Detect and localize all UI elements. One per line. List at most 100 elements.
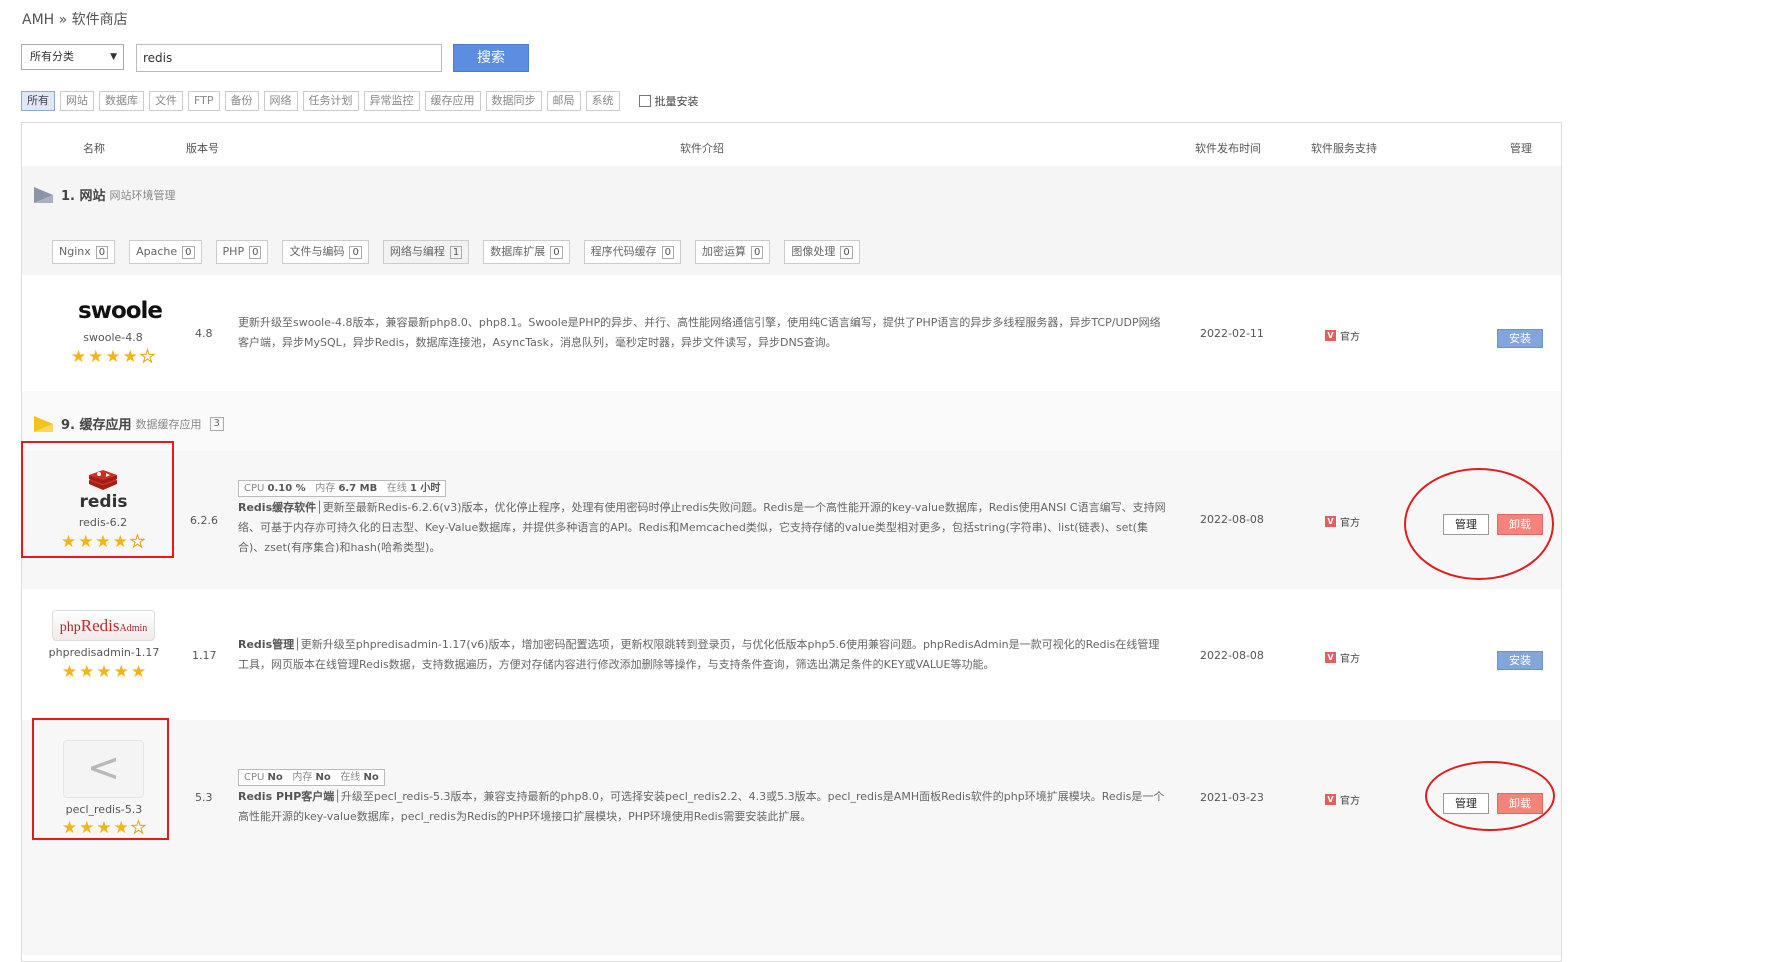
support-label: 官方 — [1340, 796, 1360, 807]
swoole-logo: swoole — [78, 298, 163, 324]
description-title: Redis缓存软件 — [238, 501, 317, 514]
package-version: 5.3 — [195, 791, 213, 804]
subtag-network-programming[interactable]: 网络与编程 1 — [382, 240, 470, 264]
annotation-box — [21, 441, 174, 558]
star-half-icon: ★ — [139, 347, 156, 367]
subtag-apache[interactable]: Apache 0 — [129, 240, 202, 264]
online-label: 在线 — [386, 483, 407, 494]
install-button[interactable]: 安装 — [1497, 329, 1543, 348]
description-body: │更新升级至phpredisadmin-1.17(v6)版本，增加密码配置选项，… — [238, 638, 1160, 671]
subtag-php[interactable]: PHP 0 — [215, 240, 269, 264]
subtag-count: 0 — [349, 245, 362, 259]
subtag-label: 数据库扩展 — [490, 245, 546, 258]
subtag-encryption[interactable]: 加密运算 0 — [694, 240, 771, 264]
header-release-date: 软件发布时间 — [1195, 142, 1261, 155]
verified-icon: V — [1325, 516, 1336, 527]
subtag-label: Apache — [136, 245, 178, 258]
subtag-db-extension[interactable]: 数据库扩展 0 — [483, 240, 570, 264]
category-select[interactable]: 所有分类 ▼ — [21, 44, 124, 70]
install-button[interactable]: 安装 — [1497, 651, 1543, 670]
support-info: V 官方 — [1325, 792, 1360, 807]
subtag-count: 0 — [840, 245, 853, 259]
header-version: 版本号 — [186, 142, 219, 155]
section-website-desc: 网站环境管理 — [109, 188, 176, 202]
search-input[interactable] — [136, 44, 442, 72]
subtag-count: 0 — [249, 245, 262, 259]
star-icon: ★ — [88, 347, 104, 367]
release-date: 2022-08-08 — [1200, 649, 1264, 662]
package-description: 更新升级至swoole-4.8版本，兼容最新php8.0、php8.1。Swoo… — [238, 316, 1161, 349]
star-icon: ★ — [122, 347, 138, 367]
filter-tag-backup[interactable]: 备份 — [224, 91, 259, 111]
filter-tag-website[interactable]: 网站 — [60, 91, 94, 111]
package-description: Redis PHP客户端│升级至pecl_redis-5.3版本，兼容支持最新的… — [238, 787, 1168, 827]
subtag-count: 0 — [182, 245, 195, 259]
header-support: 软件服务支持 — [1311, 142, 1377, 155]
rating-stars: ★ ★ ★ ★ ★ — [33, 347, 193, 367]
batch-install-toggle[interactable]: 批量安装 — [638, 93, 699, 109]
description-body: │更新至最新Redis-6.2.6(v3)版本，优化停止程序，处理有使用密码时停… — [238, 501, 1166, 554]
verified-icon: V — [1325, 794, 1336, 805]
annotation-ellipse — [1404, 468, 1554, 580]
support-info: V 官方 — [1325, 650, 1360, 665]
batch-install-checkbox[interactable] — [638, 95, 651, 107]
annotation-ellipse — [1425, 761, 1555, 831]
package-name: swoole-4.8 — [83, 331, 143, 344]
subtag-label: 加密运算 — [701, 245, 746, 258]
cpu-value: No — [267, 772, 283, 783]
website-subcategory-bar: Nginx 0 Apache 0 PHP 0 文件与编码 0 网络与编程 1 数据库扩展 0… — [52, 240, 874, 264]
filter-tag-system[interactable]: 系统 — [585, 91, 620, 111]
star-icon: ★ — [79, 662, 95, 682]
batch-install-label: 批量安装 — [654, 95, 699, 108]
category-select-value: 所有分类 — [30, 50, 74, 63]
online-value: No — [363, 772, 379, 783]
filter-tag-monitor[interactable]: 异常监控 — [363, 91, 420, 111]
subtag-file-encoding[interactable]: 文件与编码 0 — [282, 240, 369, 264]
runtime-stats: CPU 0.10 % 内存 6.7 MB 在线 1 小时 — [238, 480, 447, 500]
filter-tag-network[interactable]: 网络 — [263, 91, 298, 111]
section-website-title-row[interactable]: 1. 网站 网站环境管理 — [34, 185, 176, 204]
subtag-code-cache[interactable]: 程序代码缓存 0 — [583, 240, 681, 264]
package-description: Redis缓存软件│更新至最新Redis-6.2.6(v3)版本，优化停止程序，… — [238, 498, 1168, 558]
subtag-label: Nginx — [59, 245, 91, 258]
verified-icon: V — [1325, 330, 1336, 341]
header-intro: 软件介绍 — [680, 142, 724, 155]
filter-tag-sync[interactable]: 数据同步 — [485, 91, 542, 111]
star-icon: ★ — [70, 347, 87, 367]
section-cache-title-row[interactable]: 9. 缓存应用 数据缓存应用 3 — [34, 414, 224, 433]
cpu-label: CPU — [244, 483, 265, 494]
section-cache-title: 9. 缓存应用 — [61, 418, 132, 433]
filter-tag-file[interactable]: 文件 — [149, 91, 183, 111]
filter-tag-mail[interactable]: 邮局 — [546, 91, 581, 111]
release-date: 2022-02-11 — [1200, 327, 1264, 340]
rating-stars: ★ ★ ★ ★ ★ — [24, 664, 184, 681]
table-row-pecl-redis — [22, 720, 1561, 955]
verified-icon: V — [1325, 652, 1336, 663]
cpu-label: CPU — [244, 772, 265, 783]
search-button[interactable]: 搜索 — [453, 44, 529, 72]
subtag-nginx[interactable]: Nginx 0 — [52, 240, 116, 264]
header-manage: 管理 — [1510, 142, 1532, 155]
star-icon: ★ — [61, 662, 78, 682]
filter-tag-cache[interactable]: 缓存应用 — [424, 91, 481, 111]
support-label: 官方 — [1340, 332, 1360, 343]
section-cache-count: 3 — [209, 416, 224, 431]
section-cache-desc: 数据缓存应用 — [135, 417, 202, 431]
support-info: V 官方 — [1325, 514, 1360, 529]
filter-tag-cron[interactable]: 任务计划 — [302, 91, 359, 111]
chevron-down-icon: ▼ — [110, 52, 117, 62]
subtag-label: 文件与编码 — [289, 245, 345, 258]
subtag-label: PHP — [222, 245, 245, 258]
filter-tag-database[interactable]: 数据库 — [99, 91, 144, 111]
subtag-image[interactable]: 图像处理 0 — [784, 240, 860, 264]
star-icon: ★ — [105, 347, 121, 367]
cpu-value: 0.10 % — [267, 483, 306, 494]
online-value: 1 小时 — [409, 483, 441, 494]
support-label: 官方 — [1340, 654, 1360, 665]
star-icon: ★ — [113, 662, 129, 682]
filter-tag-ftp[interactable]: FTP — [188, 91, 220, 111]
filter-tag-all[interactable]: 所有 — [21, 91, 55, 111]
subtag-label: 网络与编程 — [389, 245, 445, 258]
package-version: 6.2.6 — [190, 514, 218, 527]
online-label: 在线 — [340, 772, 361, 783]
